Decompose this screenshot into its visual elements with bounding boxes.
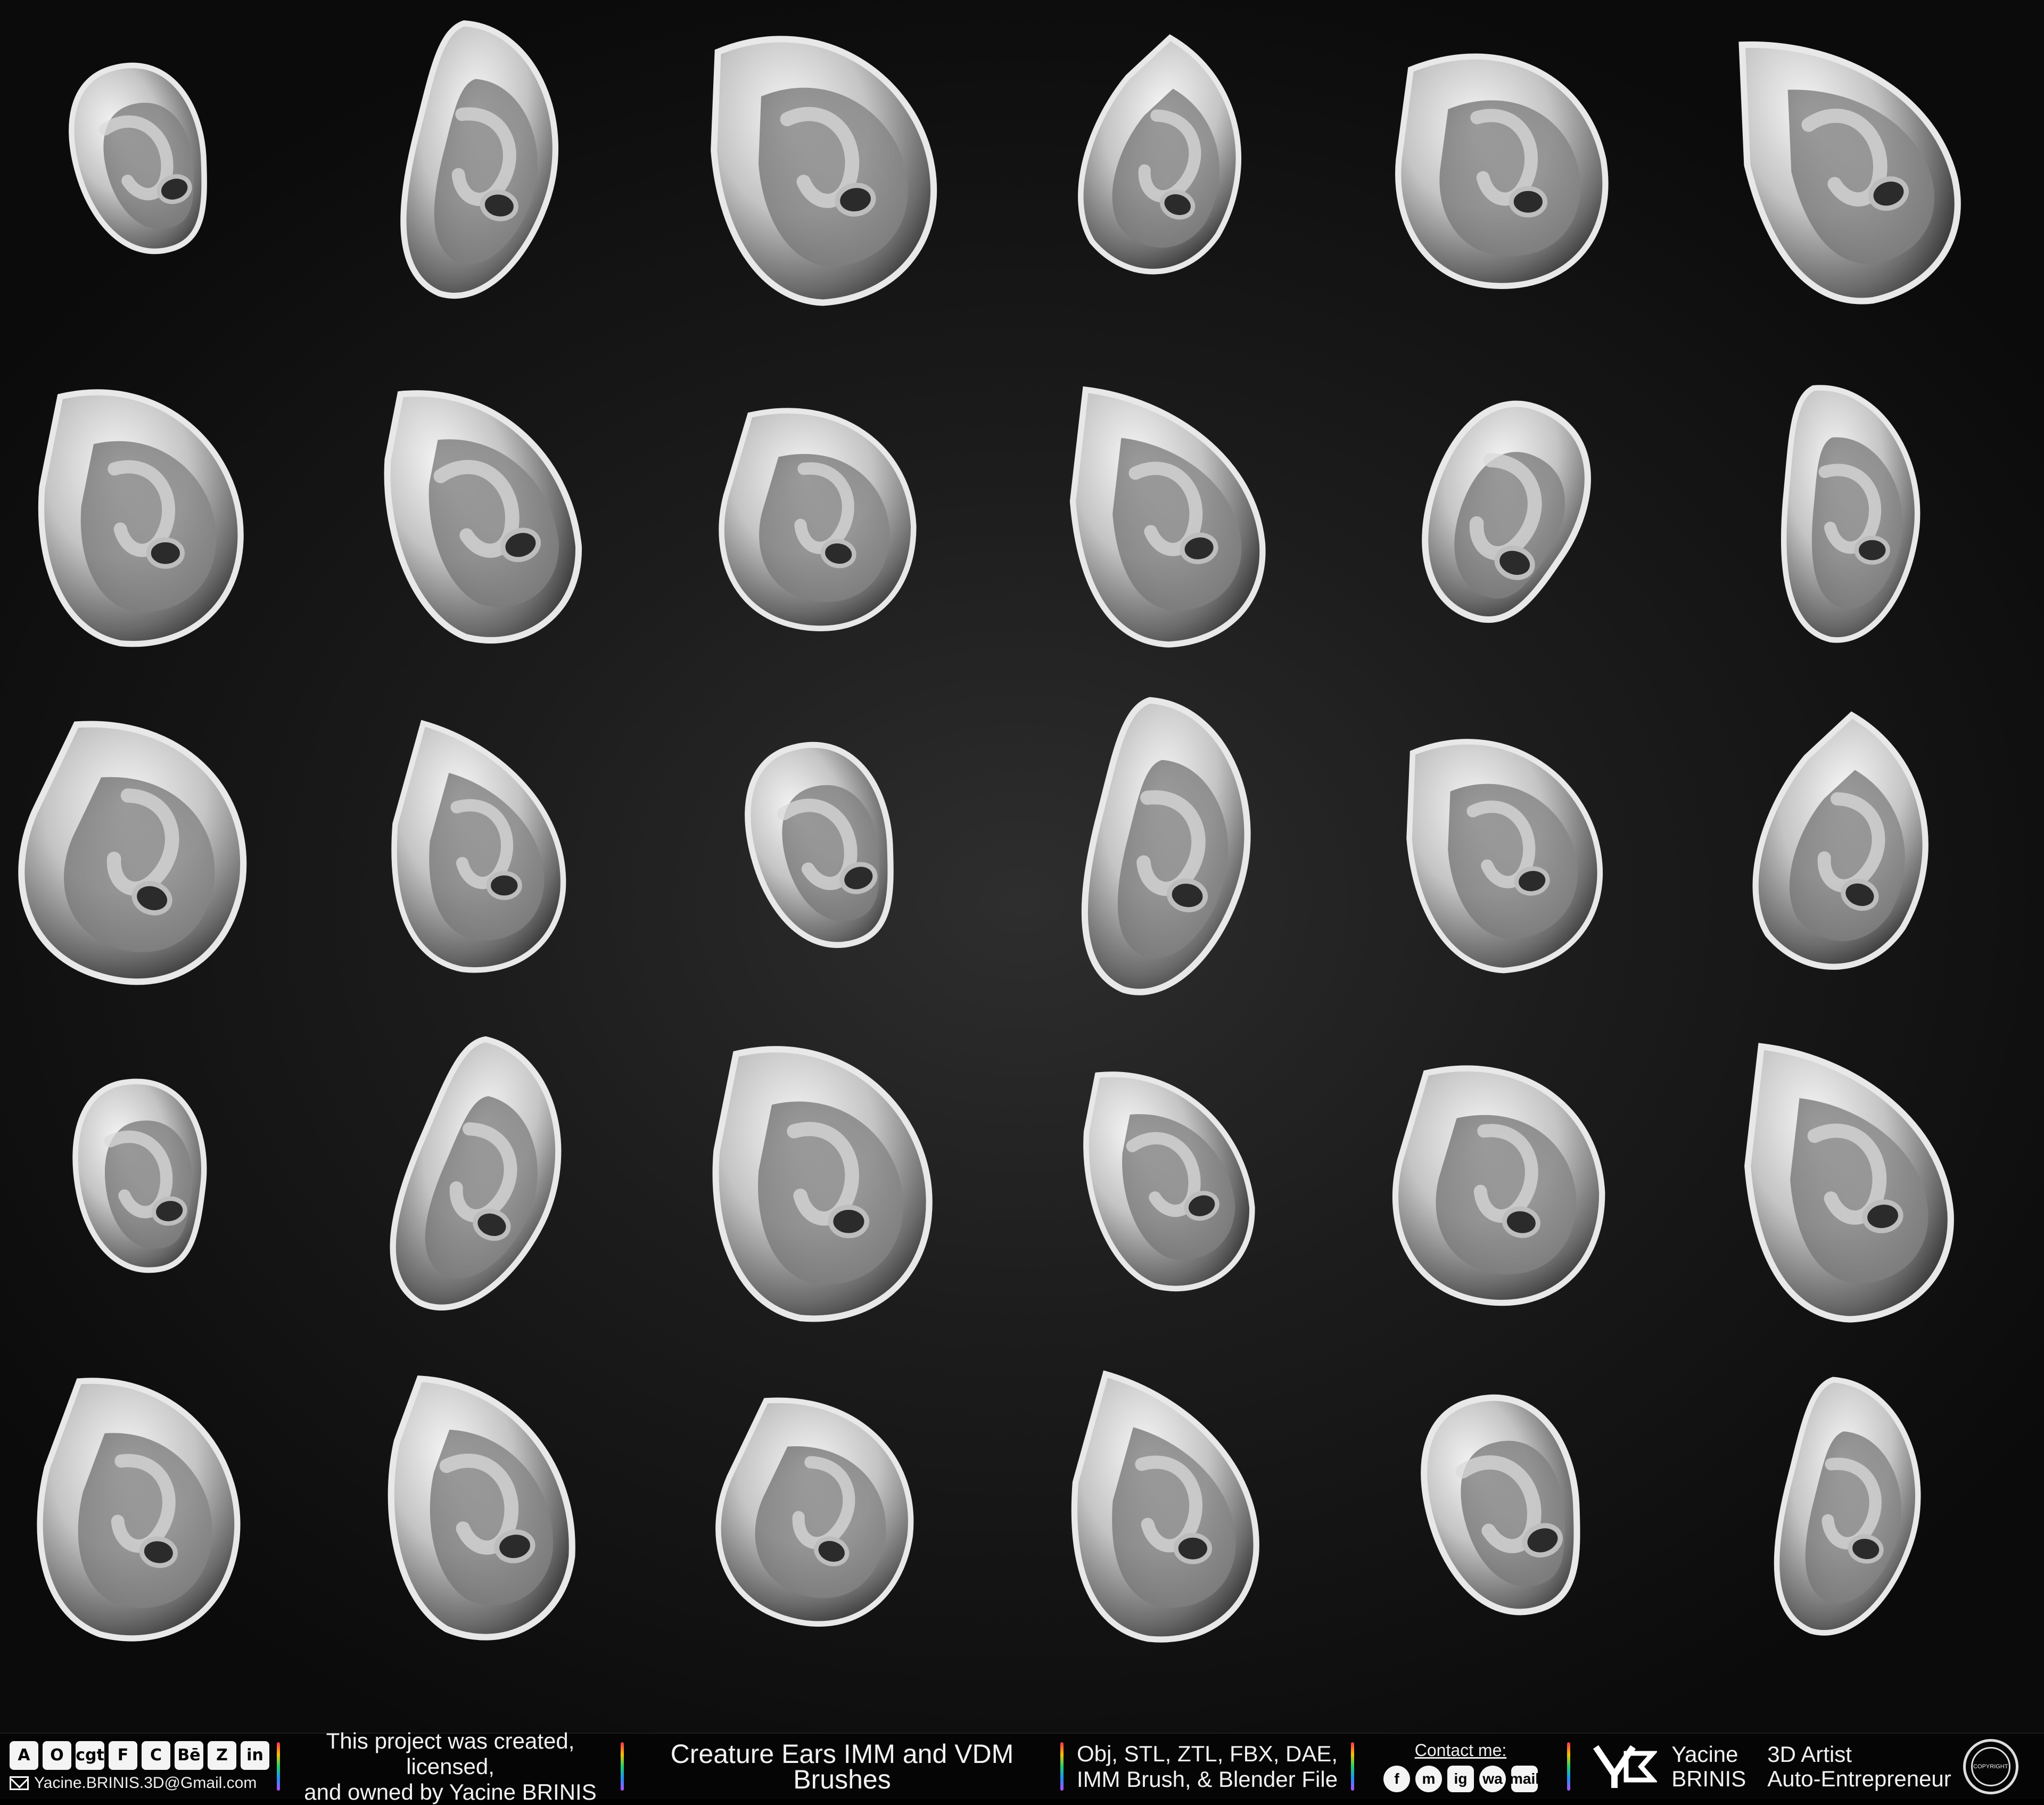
ear-sculpt	[745, 741, 894, 948]
email-contact-icon[interactable]: mail	[1510, 1766, 1539, 1792]
ear-sculpt	[1069, 386, 1266, 648]
ear-sculpt	[72, 1078, 207, 1273]
ear-sculpt	[388, 1375, 575, 1641]
social-icons: A Ocgt F C Bē Zin	[10, 1741, 269, 1770]
ear-sculpt	[390, 1036, 562, 1311]
ear-sculpt	[1406, 739, 1603, 974]
ear-sculpt	[1752, 711, 1928, 970]
footer-bar: A Ocgt F C Bē Zin Yacine.BRINIS.3D@Gmail.com …	[0, 1728, 2044, 1804]
author-first-name: Yacine	[1671, 1741, 1738, 1767]
ear-sculpt	[1774, 1377, 1921, 1636]
ear-sculpt	[38, 389, 244, 647]
social-icon[interactable]: cgt	[76, 1741, 104, 1770]
social-icon[interactable]: F	[109, 1741, 137, 1770]
ear-sculpt	[719, 408, 917, 631]
copyright-seal-icon: COPYRIGHT	[1963, 1738, 2018, 1794]
social-icon[interactable]: in	[241, 1741, 269, 1770]
social-icon[interactable]: Bē	[175, 1741, 203, 1770]
social-icon[interactable]: A	[10, 1741, 38, 1770]
contact-title: Contact me:	[1414, 1741, 1507, 1760]
ownership-line-2: and owned by Yacine BRINIS	[304, 1779, 597, 1804]
social-icon[interactable]: C	[142, 1741, 170, 1770]
ear-sculpt	[1422, 400, 1591, 623]
ear-sculpt	[715, 1397, 914, 1627]
ownership-section: This project was created, licensed, and …	[280, 1728, 621, 1804]
seal-text: COPYRIGHT	[1971, 1746, 2010, 1786]
ear-sculpt-grid	[18, 20, 1961, 1643]
formats-section: Obj, STL, ZTL, FBX, DAE, IMM Brush, & Bl…	[1064, 1734, 1351, 1799]
ear-sculpt	[1395, 53, 1609, 289]
messenger-icon[interactable]: m	[1415, 1766, 1442, 1792]
ear-sculpt	[712, 1046, 933, 1322]
ear-sculpt	[69, 62, 207, 254]
product-title: Creature Ears IMM and VDM Brushes	[670, 1738, 1014, 1794]
contact-section: Contact me: f m ig wa mail	[1354, 1734, 1567, 1799]
ear-sculpt	[400, 20, 558, 299]
author-info: Yacine 3D Artist BRINIS Auto-Entrepreneu…	[1671, 1742, 1951, 1791]
author-last-name: BRINIS	[1671, 1766, 1746, 1791]
ear-sculpt	[1071, 1370, 1259, 1643]
yb-logo-icon	[1590, 1740, 1660, 1793]
ear-sculpt	[1781, 385, 1921, 643]
ear-sculpt	[37, 1378, 241, 1642]
ear-sculpt	[1081, 697, 1251, 995]
ear-sculpt	[1392, 1065, 1605, 1306]
ear-sculpt	[1738, 41, 1961, 304]
role-line-1: 3D Artist	[1767, 1741, 1852, 1767]
facebook-icon[interactable]: f	[1383, 1766, 1410, 1792]
ear-sculpt	[711, 36, 937, 306]
email-address[interactable]: Yacine.BRINIS.3D@Gmail.com	[34, 1774, 257, 1792]
ear-sheet-canvas	[0, 0, 2044, 1733]
ear-sculpt	[1421, 1394, 1580, 1616]
social-icon[interactable]: Z	[208, 1741, 236, 1770]
ear-sculpt	[391, 720, 566, 973]
ear-sculpt	[384, 390, 582, 644]
author-section: Yacine 3D Artist BRINIS Auto-Entrepreneu…	[1570, 1734, 2039, 1799]
ear-sculpt	[1078, 34, 1241, 275]
ear-sculpt	[1083, 1072, 1255, 1291]
formats-line-2: IMM Brush, & Blender File	[1076, 1766, 1338, 1792]
formats-line-1: Obj, STL, ZTL, FBX, DAE,	[1076, 1741, 1338, 1766]
whatsapp-icon[interactable]: wa	[1479, 1766, 1506, 1792]
contact-icons: f m ig wa mail	[1383, 1766, 1539, 1792]
instagram-icon[interactable]: ig	[1447, 1766, 1474, 1792]
social-section: A Ocgt F C Bē Zin Yacine.BRINIS.3D@Gmail.com	[0, 1734, 277, 1799]
ear-sculpt	[18, 721, 247, 985]
email-row: Yacine.BRINIS.3D@Gmail.com	[10, 1774, 257, 1792]
ear-sculpt	[1744, 1043, 1954, 1323]
social-icon[interactable]: O	[43, 1741, 71, 1770]
role-line-2: Auto-Entrepreneur	[1767, 1766, 1951, 1791]
mail-icon	[10, 1776, 29, 1790]
ownership-line-1: This project was created, licensed,	[326, 1728, 575, 1779]
title-section: Creature Ears IMM and VDM Brushes	[624, 1734, 1060, 1799]
